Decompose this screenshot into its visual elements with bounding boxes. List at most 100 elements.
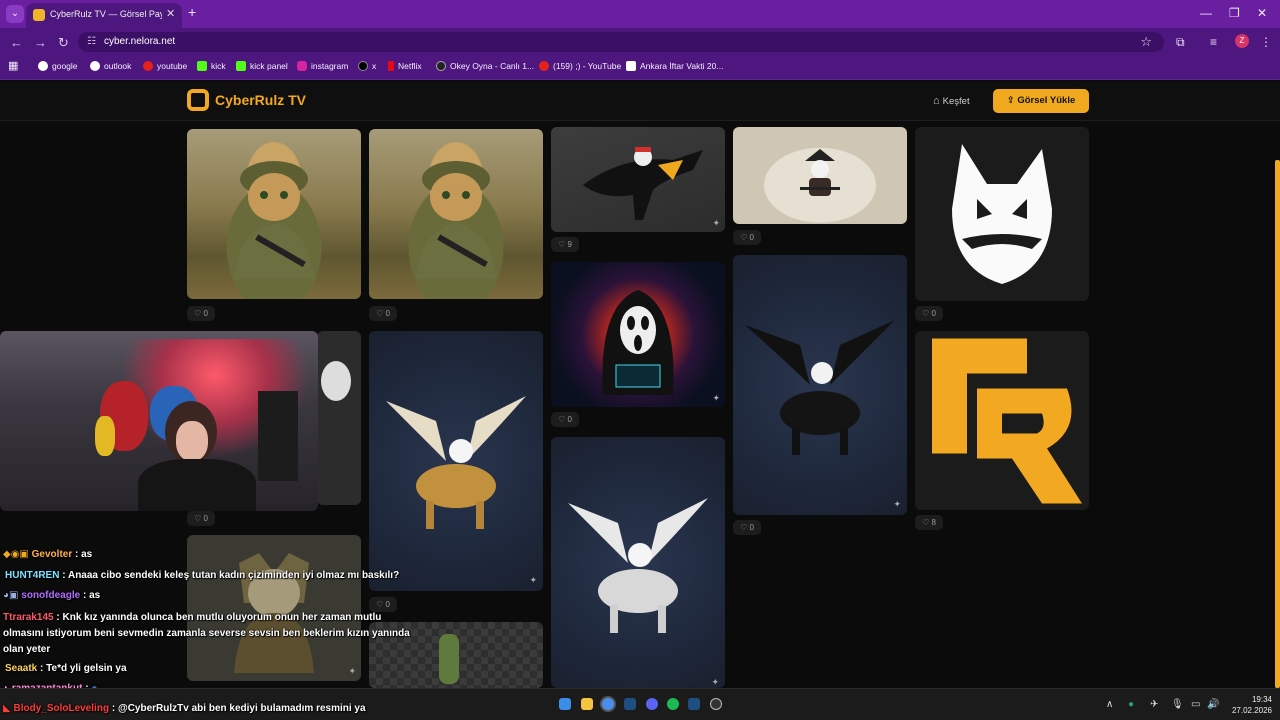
chat-message: ◕▣ sonofdeagle : as [3, 590, 101, 601]
reload-icon[interactable]: ↻ [58, 35, 69, 51]
address-bar[interactable]: ☷ cyber.nelora.net ☆ [78, 32, 1164, 52]
close-window-button[interactable]: ✕ [1257, 6, 1267, 20]
like-count[interactable]: ♡ 9 [551, 237, 579, 252]
show-hidden-icons-icon[interactable]: ∧ [1106, 699, 1113, 710]
bookmark-google[interactable]: google [38, 61, 78, 71]
file-explorer-icon[interactable] [581, 698, 593, 710]
gallery-card-griffin-white[interactable]: ✦ [551, 437, 725, 688]
cr-logo-image [932, 338, 1082, 503]
gallery-card-soldier-cat-2[interactable] [369, 129, 543, 299]
white-griffin-image [568, 497, 708, 633]
tray-app-icon[interactable]: ● [1128, 699, 1134, 710]
close-tab-icon[interactable]: ✕ [166, 7, 175, 20]
gallery-card-wolf-logo[interactable] [915, 127, 1089, 301]
instagram-icon [297, 61, 307, 71]
bookmark-youtube-video[interactable]: (159) ;) - YouTube [539, 61, 621, 71]
page-scrollbar[interactable] [1275, 160, 1280, 688]
tab-title: CyberRulz TV — Görsel Paylaşım [50, 9, 162, 19]
bookmark-kick-panel[interactable]: kick panel [236, 61, 288, 71]
like-count[interactable]: ♡ 0 [551, 412, 579, 427]
chat-message: Seaatk : Te*d yli gelsin ya [5, 663, 127, 674]
ai-sparkle-icon: ✦ [712, 393, 720, 403]
bookmark-instagram[interactable]: instagram [297, 61, 348, 71]
chat-message: ◣ Blody_SoloLeveling : @CyberRulzTv abi … [3, 703, 366, 714]
like-count[interactable]: ♡ 0 [187, 511, 215, 526]
youtube-icon [539, 61, 549, 71]
bookmark-x[interactable]: x [358, 61, 376, 71]
app-icon[interactable] [710, 698, 722, 710]
profile-avatar[interactable]: Z [1235, 34, 1249, 48]
steam-icon[interactable] [688, 698, 700, 710]
google-icon [38, 61, 48, 71]
ai-sparkle-icon: ✦ [893, 499, 901, 509]
browser-menu-icon[interactable]: ⋮ [1260, 35, 1272, 49]
discord-icon[interactable] [646, 698, 658, 710]
chat-message: ◆◉▣ Gevolter : as [3, 549, 93, 560]
gallery-card-armored-cat[interactable]: ✦ [187, 535, 361, 681]
home-icon: ⌂ [933, 95, 940, 107]
chrome-icon[interactable] [602, 698, 614, 710]
bookmark-kick[interactable]: kick [197, 61, 226, 71]
streamer-webcam-overlay [0, 331, 318, 511]
gallery-card-ghostface[interactable]: ✦ [551, 262, 725, 407]
new-tab-button[interactable]: + [188, 4, 196, 20]
site-logo-text[interactable]: CyberRulz TV [215, 92, 306, 108]
bookmark-outlook[interactable]: outlook [90, 61, 131, 71]
kick-icon [236, 61, 246, 71]
ai-sparkle-icon: ✦ [529, 575, 537, 585]
bookmark-star-icon[interactable]: ☆ [1140, 34, 1152, 50]
cyberrulz-logo-icon[interactable] [187, 89, 209, 111]
okey-icon [436, 61, 446, 71]
like-count[interactable]: ♡ 0 [369, 306, 397, 321]
bookmark-okey[interactable]: Okey Oyna - Canlı 1... [436, 61, 534, 71]
microphone-icon[interactable]: 🎙 [1171, 699, 1184, 710]
restore-window-button[interactable]: ❐ [1229, 6, 1240, 20]
browser-toolbar: ← → ↻ ☷ cyber.nelora.net ☆ ⧉ ≡ ⋮ [0, 28, 1280, 56]
gallery-card-raptor[interactable]: ✦ [551, 127, 725, 232]
apps-grid-icon[interactable]: ▦ [8, 59, 18, 72]
gallery-card-soldier-cat-1[interactable] [187, 129, 361, 299]
steam-icon[interactable] [624, 698, 636, 710]
like-count[interactable]: ♡ 0 [187, 306, 215, 321]
like-count[interactable]: ♡ 8 [915, 515, 943, 530]
steam-tray-icon[interactable]: ✈ [1150, 699, 1158, 710]
bookmark-youtube[interactable]: youtube [143, 61, 187, 71]
volume-icon[interactable]: 🔊 [1207, 699, 1219, 710]
netflix-icon [388, 61, 394, 71]
samurai-cat-hoodie-image [800, 148, 840, 196]
kick-icon [197, 61, 207, 71]
like-count[interactable]: ♡ 0 [733, 230, 761, 245]
gallery-card-griffin-gold[interactable]: ✦ [369, 331, 543, 591]
bookmark-ankara-iftar[interactable]: Ankara İftar Vakti 20... [626, 61, 723, 71]
spotify-icon[interactable] [667, 698, 679, 710]
badge-icon: ◆◉▣ [3, 549, 29, 560]
back-icon[interactable]: ← [10, 35, 23, 50]
badge-icon: ◣ [3, 703, 11, 714]
site-info-icon[interactable]: ☷ [87, 36, 96, 47]
start-windows-icon[interactable] [559, 698, 571, 710]
upload-image-button[interactable]: ⇪ Görsel Yükle [993, 89, 1089, 113]
minimize-window-button[interactable]: — [1200, 6, 1212, 20]
outlook-icon [90, 61, 100, 71]
extensions-icon[interactable]: ⧉ [1176, 35, 1185, 50]
network-icon[interactable]: ▭ [1191, 699, 1200, 710]
system-clock[interactable]: 19:34 27.02.2026 [1226, 694, 1272, 716]
tab-search-button[interactable]: ⌄ [6, 5, 24, 23]
like-count[interactable]: ♡ 0 [915, 306, 943, 321]
gallery-card-hoodie[interactable] [733, 127, 907, 224]
gallery-card-partial-bat[interactable] [317, 331, 361, 505]
browser-tab-bar: ⌄ CyberRulz TV — Görsel Paylaşım ✕ + — ❐… [0, 0, 1280, 28]
gallery-card-cr-logo[interactable] [915, 331, 1089, 510]
browser-tab-active[interactable]: CyberRulz TV — Görsel Paylaşım ✕ [26, 3, 182, 28]
like-count[interactable]: ♡ 0 [733, 520, 761, 535]
gallery-card-griffin-black[interactable]: ✦ [733, 255, 907, 515]
explore-link[interactable]: ⌂ Keşfet [933, 95, 970, 107]
url-text[interactable]: cyber.nelora.net [104, 36, 175, 47]
chat-message: Ttrarak145 : Knk kız yanında olunca ben … [3, 612, 410, 655]
golden-griffin-image [386, 396, 526, 529]
site-header: CyberRulz TV ⌂ Keşfet ⇪ Görsel Yükle [0, 81, 1280, 121]
bookmark-netflix[interactable]: Netflix [388, 61, 422, 71]
media-controls-icon[interactable]: ≡ [1210, 35, 1217, 49]
bookmarks-bar: ▦ google outlook youtube kick kick panel… [0, 56, 1280, 80]
forward-icon[interactable]: → [34, 35, 47, 50]
